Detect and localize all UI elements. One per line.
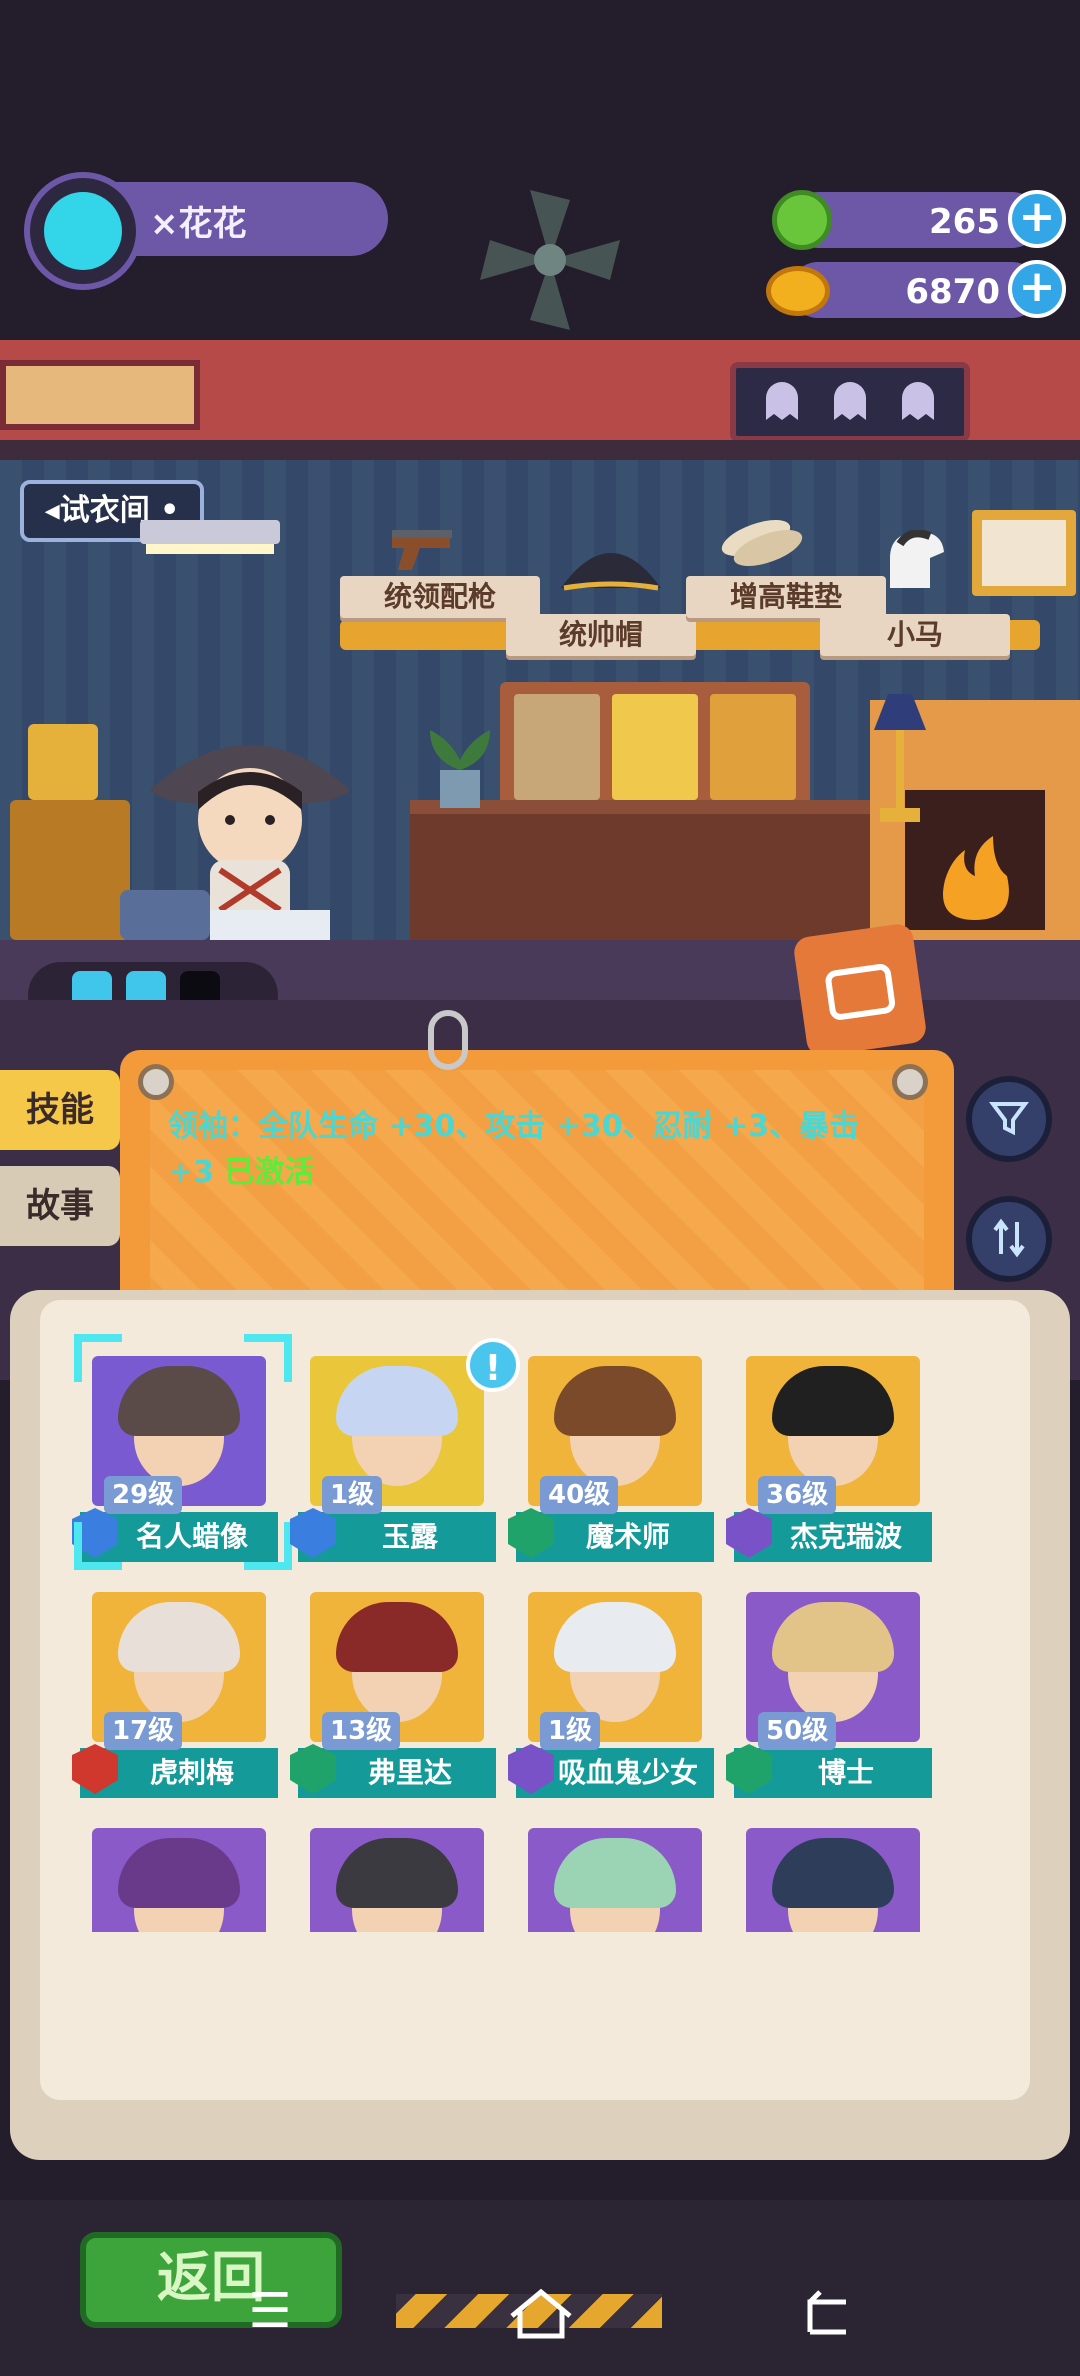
portrait-3 [710,694,796,800]
item-label-pistol[interactable]: 统领配枪 [340,576,540,618]
character-portrait [528,1828,702,1932]
portrait-frame [500,682,810,812]
character-level: 36级 [758,1476,837,1514]
character-hair [118,1602,240,1672]
item-label-hat[interactable]: 统帅帽 [506,614,696,656]
filter-button[interactable] [966,1076,1052,1162]
player-avatar[interactable] [24,172,142,290]
tab-skills[interactable]: 技能 [0,1070,120,1150]
caret-left-icon: ◂ [44,493,60,528]
character-hair [772,1602,894,1672]
portrait-2 [612,694,698,800]
character-hair [772,1366,894,1436]
horse-painting [972,510,1076,596]
character-hair [554,1366,676,1436]
character-card[interactable]: 吸血鬼少女 1级 [508,1576,714,1798]
character-hair [118,1838,240,1908]
pony-icon [890,530,944,588]
selection-corner [74,1334,122,1382]
ghost-display [730,362,970,442]
add-gem-button[interactable]: + [1008,190,1066,248]
ghost-icons [766,382,934,420]
sort-button[interactable] [966,1196,1052,1282]
character-portrait [92,1828,266,1932]
filter-icon [989,1102,1029,1136]
username: ×花花 [150,204,247,244]
character-hair [554,1602,676,1672]
character-hair [336,1602,458,1672]
home-icon[interactable] [506,2286,576,2342]
tab-story[interactable]: 故事 [0,1166,120,1246]
character-level: 13级 [322,1712,401,1750]
character-level: 1级 [322,1476,383,1514]
clothes-icon [825,964,896,1020]
item-label-pony[interactable]: 小马 [820,614,1010,656]
cabinet [410,800,910,940]
character-level: 29级 [104,1476,183,1514]
skill-status: 已激活 [224,1155,315,1190]
selection-corner [244,1334,292,1382]
paper-clip-icon [428,1010,468,1070]
selection-corner [244,1522,292,1570]
skill-description: 领袖：全队生命 +30、攻击 +30、忍耐 +3、暴击 +3 已激活 [168,1104,908,1196]
character-hair [118,1366,240,1436]
portrait-1 [514,694,600,800]
pistol-icon [392,530,452,570]
character-card[interactable]: 虎刺梅 17级 [72,1576,278,1798]
faded-page-text [220,2000,980,2030]
table-lamp-icon [874,694,926,822]
character-level: 50级 [758,1712,837,1750]
character-card[interactable]: 弗里达 13级 [290,1576,496,1798]
add-coin-button[interactable]: + [1008,260,1066,318]
shelf-edge [0,440,1080,462]
character-card[interactable]: 魔术师 40级 [508,1340,714,1562]
back-button[interactable]: 返回 [80,2232,342,2328]
selection-corner [74,1522,122,1570]
vent-panel [0,360,200,430]
ceiling-lamp-icon [140,520,280,554]
character-hair [336,1838,458,1908]
small-portrait [28,724,98,800]
cat-avatar-icon [44,192,122,270]
sewing-machine-icon [120,890,330,946]
wardrobe-tag[interactable] [792,922,928,1058]
coin-value: 6870 [905,272,1000,312]
gem-value: 265 [929,202,1000,242]
character-level: 1级 [540,1712,601,1750]
pin-icon [138,1064,174,1100]
fan-decoration [480,190,620,330]
sort-icon [993,1218,1025,1258]
character-card[interactable] [298,1812,496,1932]
character-card[interactable] [516,1812,714,1932]
character-portrait [746,1828,920,1932]
fitting-room-label: 试衣间 [59,493,150,528]
character-card[interactable]: 名人蜡像 29级 [72,1334,292,1570]
character-card[interactable]: 杰克瑞波 36级 [726,1340,932,1562]
character-level: 40级 [540,1476,619,1514]
pin-icon [892,1064,928,1100]
menu-icon[interactable]: ☰ [240,2286,300,2336]
alert-icon[interactable]: ! [466,1338,520,1392]
back-nav-icon[interactable] [796,2286,856,2342]
bicorne-hat-icon [561,553,661,591]
character-hair [336,1366,458,1436]
character-card[interactable] [80,1812,278,1932]
character-hair [554,1838,676,1908]
character-portrait [310,1828,484,1932]
character-card[interactable]: 博士 50级 [726,1576,932,1798]
plant-icon [430,730,490,808]
character-level: 17级 [104,1712,183,1750]
item-label-insole[interactable]: 增高鞋垫 [686,576,886,618]
insole-icon [721,519,803,567]
character-hair [772,1838,894,1908]
character-card[interactable] [734,1812,932,1932]
